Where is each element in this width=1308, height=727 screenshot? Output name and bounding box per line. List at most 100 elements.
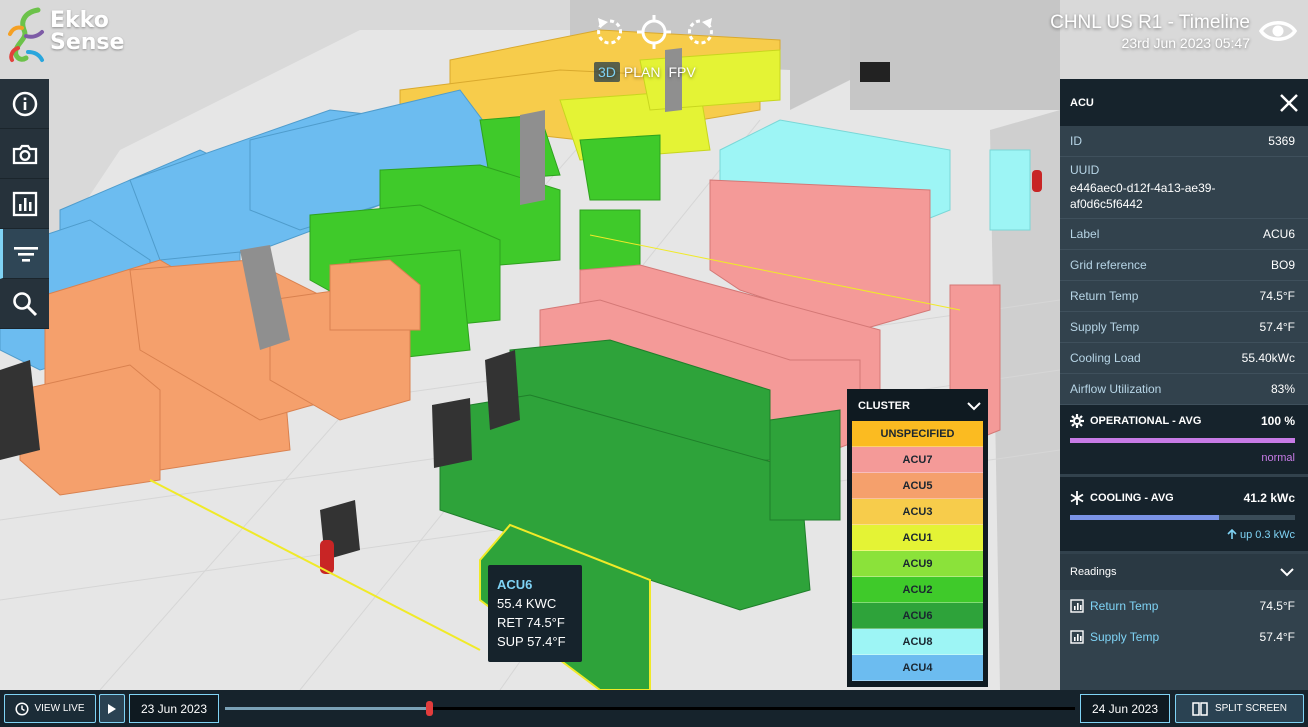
chart-icon [1070,598,1084,613]
cooling-label: COOLING - AVG [1090,492,1174,504]
prop-cooling-load: Cooling Load 55.40kWc [1060,343,1308,374]
rotate-left-icon [597,18,623,45]
timeline-track[interactable] [225,701,1075,716]
brand-name-line1: Ekko [50,8,109,33]
play-button[interactable] [99,694,125,723]
rotate-right-button[interactable] [682,14,718,50]
tooltip-supply-temp: SUP 57.4°F [497,634,566,649]
cluster-item-acu7[interactable]: ACU7 [852,447,983,473]
close-icon [1280,93,1298,112]
timeline-scrubber-handle[interactable] [426,701,433,716]
cluster-item-acu8[interactable]: ACU8 [852,629,983,655]
cluster-item-acu4[interactable]: ACU4 [852,655,983,681]
prop-key: Supply Temp [1070,320,1140,334]
filter-button[interactable] [0,229,49,279]
charts-button[interactable] [0,179,49,229]
split-screen-label: SPLIT SCREEN [1214,703,1288,714]
prop-value: 57.4°F [1259,320,1295,334]
ekkosense-logo: Ekko Sense [8,6,138,64]
cluster-list: UNSPECIFIED ACU7 ACU5 ACU3 ACU1 ACU9 ACU2 ACU6 A… [849,421,986,681]
cluster-title: CLUSTER [858,400,910,412]
visibility-button[interactable] [1258,16,1298,46]
prop-key: Label [1070,227,1100,241]
cooling-value: 41.2 kWc [1243,491,1295,505]
prop-value: 5369 [1268,134,1295,148]
tooltip-return-temp: RET 74.5°F [497,615,565,630]
readings-title: Readings [1070,566,1117,578]
timeline-track-fill [225,707,429,710]
prop-id: ID 5369 [1060,126,1308,157]
prop-value: 55.40kWc [1241,351,1295,365]
acu-tooltip: ACU6 55.4 KWC RET 74.5°F SUP 57.4°F [488,565,582,662]
reading-label: Return Temp [1090,598,1159,613]
operational-label: OPERATIONAL - AVG [1090,415,1202,427]
cooling-trend: up 0.3 kWc [1070,528,1295,541]
filter-icon [14,246,38,262]
camera-icon [12,144,37,164]
play-icon [108,703,116,714]
prop-key: Return Temp [1070,289,1139,303]
cluster-item-unspecified[interactable]: UNSPECIFIED [852,421,983,447]
snapshot-button[interactable] [0,129,49,179]
reading-return-temp[interactable]: Return Temp 74.5°F [1060,590,1308,621]
tab-plan[interactable]: PLAN [620,62,665,82]
chart-icon [1070,629,1084,644]
prop-value: ACU6 [1262,227,1295,241]
cooling-bar-fill [1070,515,1219,520]
readings-header[interactable]: Readings [1060,554,1308,590]
start-date-picker[interactable]: 23 Jun 2023 [129,694,219,723]
cluster-item-acu1[interactable]: ACU1 [852,525,983,551]
info-button[interactable] [0,79,49,129]
prop-key: Airflow Utilization [1070,382,1162,396]
prop-value: e446aec0-d12f-4a13-ae39-af0d6c5f6442 [1070,181,1216,211]
prop-value: BO9 [1270,258,1295,272]
operational-bar [1070,438,1295,443]
tab-3d[interactable]: 3D [594,62,620,82]
chart-icon [12,191,37,216]
prop-value: 83% [1270,382,1295,396]
search-icon [12,291,37,316]
snowflake-icon [1070,491,1084,505]
panel-header: ACU [1060,79,1308,126]
cooling-bar [1070,515,1295,520]
reading-supply-temp[interactable]: Supply Temp 57.4°F [1060,621,1308,652]
prop-return-temp: Return Temp 74.5°F [1060,281,1308,312]
prop-uuid: UUID e446aec0-d12f-4a13-ae39-af0d6c5f644… [1060,157,1308,219]
prop-label: Label ACU6 [1060,219,1308,250]
cluster-item-acu6[interactable]: ACU6 [852,603,983,629]
panel-title: ACU [1070,96,1094,109]
brand-name-line2: Sense [50,30,125,55]
view-live-button[interactable]: VIEW LIVE [4,694,96,723]
cluster-item-acu5[interactable]: ACU5 [852,473,983,499]
end-date-picker[interactable]: 24 Jun 2023 [1080,694,1170,723]
recenter-button[interactable] [636,14,672,50]
timestamp: 23rd Jun 2023 05:47 [1121,35,1250,51]
cluster-legend: CLUSTER UNSPECIFIED ACU7 ACU5 ACU3 ACU1 ACU9 A… [847,389,988,687]
cluster-item-acu9[interactable]: ACU9 [852,551,983,577]
operational-bar-fill [1070,438,1295,443]
cluster-item-acu2[interactable]: ACU2 [852,577,983,603]
left-toolbar [0,79,49,329]
view-live-label: VIEW LIVE [34,703,85,714]
eye-icon [1258,21,1298,41]
prop-key: ID [1070,134,1082,148]
tab-fpv[interactable]: FPV [664,62,699,82]
cluster-header[interactable]: CLUSTER [849,391,986,421]
search-button[interactable] [0,279,49,329]
clock-icon [15,701,30,716]
split-screen-button[interactable]: SPLIT SCREEN [1175,694,1304,723]
prop-supply-temp: Supply Temp 57.4°F [1060,312,1308,343]
cooling-trend-text: up 0.3 kWc [1239,529,1295,541]
prop-grid-reference: Grid reference BO9 [1060,250,1308,281]
operational-value: 100 % [1260,414,1295,428]
cluster-item-acu3[interactable]: ACU3 [852,499,983,525]
operational-status: normal [1261,452,1295,464]
rotate-right-icon [687,18,713,45]
chevron-down-icon [967,402,981,411]
reading-value: 74.5°F [1259,598,1295,613]
brand-name: Ekko Sense [50,10,124,54]
rotate-left-button[interactable] [592,14,628,50]
prop-key: UUID [1070,163,1100,177]
close-panel-button[interactable] [1278,92,1300,114]
split-screen-icon [1192,701,1208,716]
